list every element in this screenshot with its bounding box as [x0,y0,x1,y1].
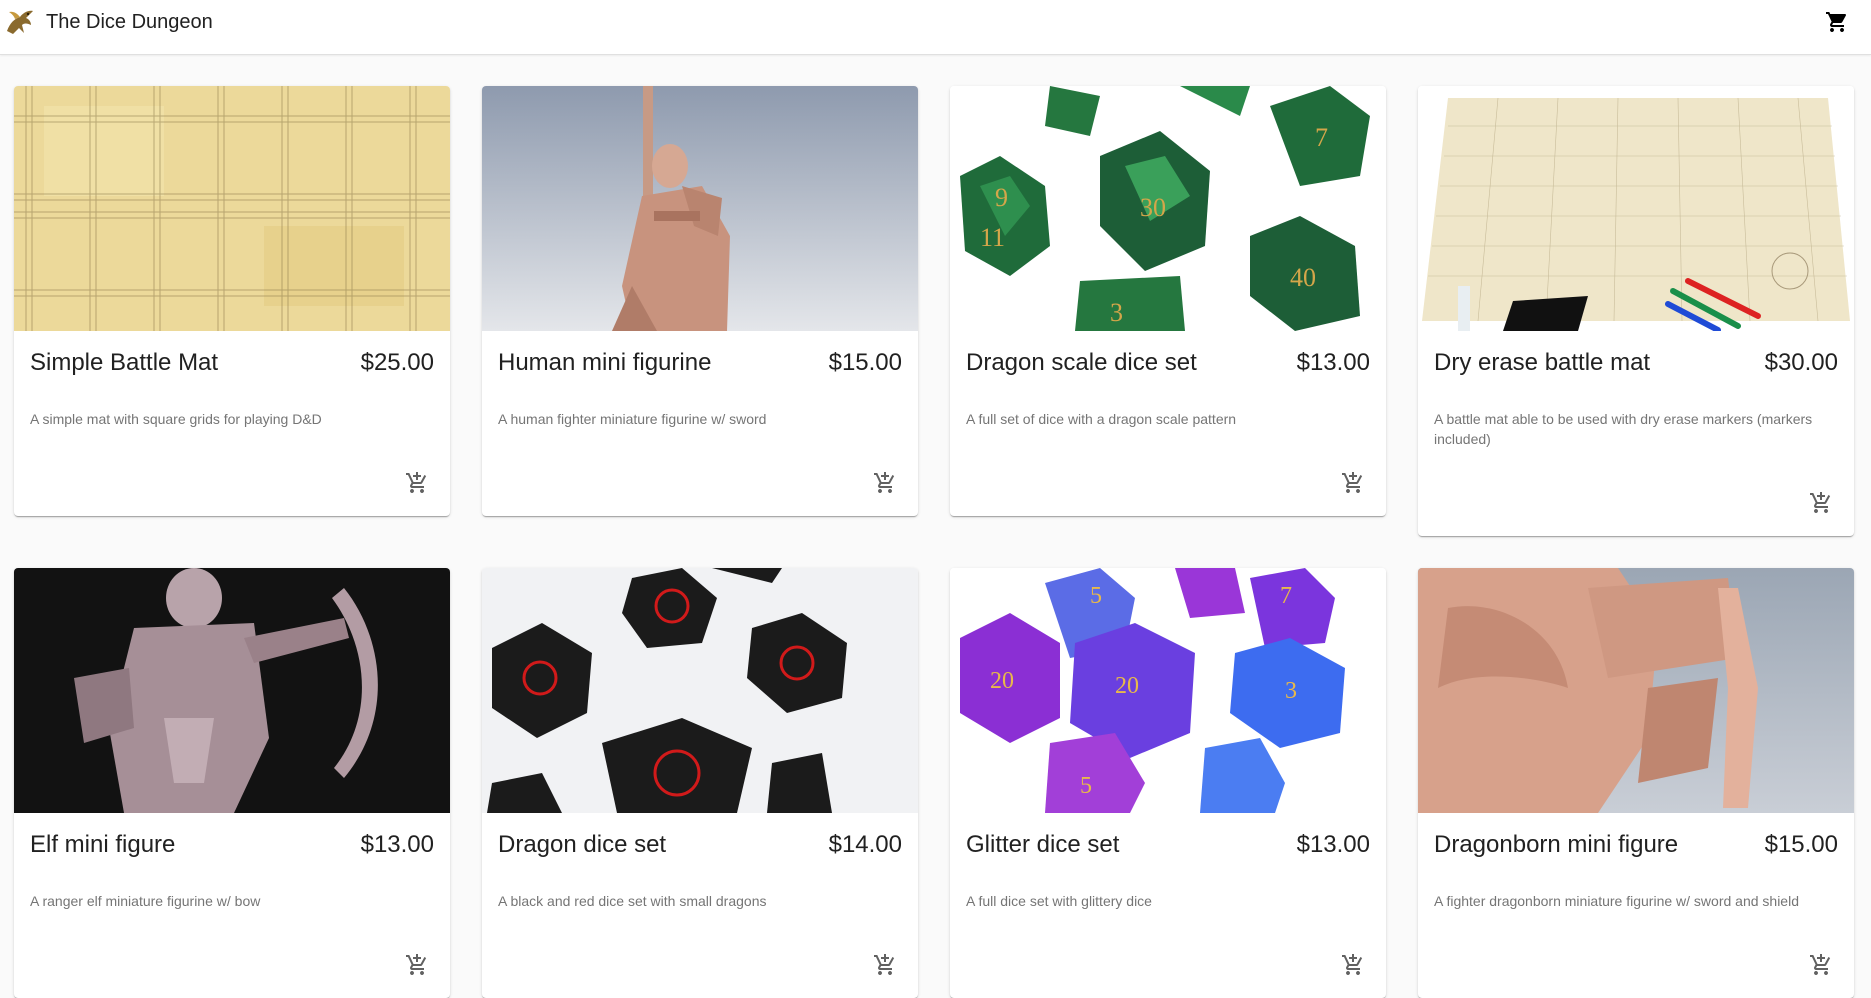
svg-text:11: 11 [980,223,1005,252]
svg-text:3: 3 [1110,298,1123,327]
product-price: $30.00 [1764,349,1838,376]
product-name[interactable]: Dragon dice set [498,830,666,860]
product-card: Dry erase battle mat $30.00 A battle mat… [1418,86,1854,536]
add-shopping-cart-icon [874,954,895,975]
product-image [14,86,450,331]
svg-text:5: 5 [1080,773,1092,799]
shopping-cart-icon[interactable] [1825,10,1849,34]
product-card: Dragon dice set $14.00 A black and red d… [482,568,918,998]
product-card: 9 11 30 7 40 3 Dragon scale dice set $13.00 … [950,86,1386,516]
product-description: A simple mat with square grids for playi… [30,411,322,427]
product-image [14,568,450,813]
product-card: Elf mini figure $13.00 A ranger elf mini… [14,568,450,998]
product-image [482,86,918,331]
add-to-cart-button[interactable] [865,945,905,985]
product-name[interactable]: Elf mini figure [30,830,175,860]
product-name[interactable]: Glitter dice set [966,830,1119,860]
product-price: $25.00 [360,349,434,376]
add-to-cart-button[interactable] [1333,463,1373,503]
product-card: Human mini figurine $15.00 A human fight… [482,86,918,516]
product-image [1418,568,1854,813]
product-image: 20 20 5 7 3 5 [950,568,1386,813]
product-image [1418,86,1854,331]
add-shopping-cart-icon [1342,954,1363,975]
product-price: $15.00 [828,349,902,376]
svg-text:9: 9 [995,183,1008,212]
product-price: $14.00 [828,831,902,858]
product-price: $15.00 [1764,831,1838,858]
product-description: A human fighter miniature figurine w/ sw… [498,411,767,427]
add-shopping-cart-icon [1810,492,1831,513]
app-bar: The Dice Dungeon [0,0,1871,55]
add-to-cart-button[interactable] [1801,945,1841,985]
add-shopping-cart-icon [1342,472,1363,493]
product-image [482,568,918,813]
svg-text:3: 3 [1285,678,1297,704]
product-description: A full dice set with glittery dice [966,893,1152,909]
product-name[interactable]: Simple Battle Mat [30,348,218,378]
svg-text:40: 40 [1290,263,1316,292]
product-description: A ranger elf miniature figurine w/ bow [30,893,261,909]
product-card: 20 20 5 7 3 5 Glitter dice set $13.00 A full… [950,568,1386,998]
product-card: Simple Battle Mat $25.00 A simple mat wi… [14,86,450,516]
svg-text:7: 7 [1315,123,1328,152]
product-price: $13.00 [360,831,434,858]
add-shopping-cart-icon [874,472,895,493]
svg-text:20: 20 [990,668,1014,694]
add-to-cart-button[interactable] [397,463,437,503]
add-shopping-cart-icon [1810,954,1831,975]
product-price: $13.00 [1296,349,1370,376]
add-to-cart-button[interactable] [865,463,905,503]
svg-text:30: 30 [1140,193,1166,222]
product-name[interactable]: Dragon scale dice set [966,348,1197,378]
product-description: A black and red dice set with small drag… [498,893,767,909]
product-name[interactable]: Dry erase battle mat [1434,348,1650,378]
svg-text:7: 7 [1280,583,1292,609]
svg-text:20: 20 [1115,673,1139,699]
app-title[interactable]: The Dice Dungeon [46,10,213,34]
product-description: A fighter dragonborn miniature figurine … [1434,893,1799,909]
add-shopping-cart-icon [406,954,427,975]
product-description: A battle mat able to be used with dry er… [1434,411,1813,447]
product-name[interactable]: Dragonborn mini figure [1434,830,1678,860]
dragon-logo-icon[interactable] [4,7,36,37]
product-price: $13.00 [1296,831,1370,858]
product-description: A full set of dice with a dragon scale p… [966,411,1237,427]
product-image: 9 11 30 7 40 3 [950,86,1386,331]
add-shopping-cart-icon [406,472,427,493]
product-name[interactable]: Human mini figurine [498,348,711,378]
add-to-cart-button[interactable] [397,945,437,985]
add-to-cart-button[interactable] [1333,945,1373,985]
svg-text:5: 5 [1090,583,1102,609]
product-card: Dragonborn mini figure $15.00 A fighter … [1418,568,1854,998]
add-to-cart-button[interactable] [1801,483,1841,523]
